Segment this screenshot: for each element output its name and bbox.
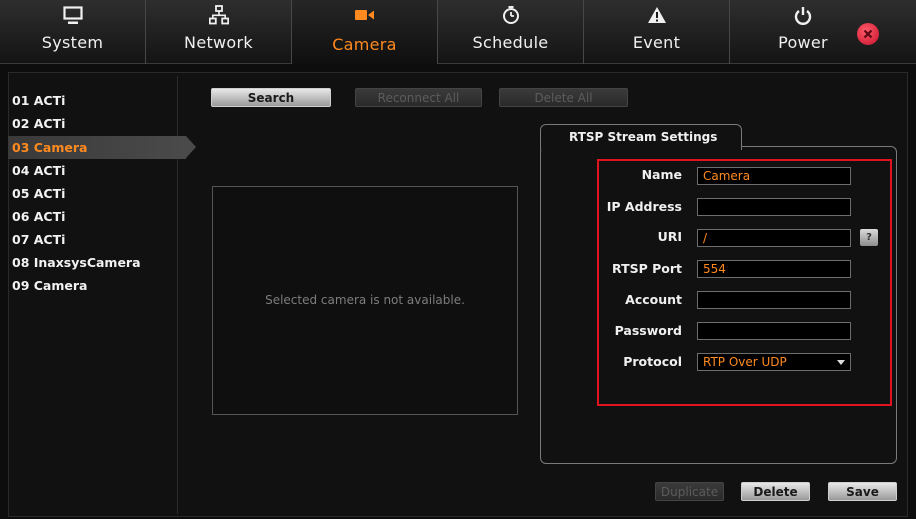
password-field[interactable] [697, 322, 851, 340]
protocol-select[interactable]: RTP Over UDP [697, 353, 851, 371]
rtsp-port-label: RTSP Port [612, 261, 682, 276]
camera-list-item[interactable]: 01 ACTi [8, 89, 178, 112]
clock-icon [438, 5, 583, 25]
ip-address-label: IP Address [606, 199, 682, 214]
tab-camera[interactable]: Camera [292, 0, 438, 64]
warning-icon [584, 5, 729, 25]
tab-event[interactable]: Event [584, 0, 730, 64]
reconnect-all-button[interactable]: Reconnect All [355, 88, 482, 107]
close-icon [863, 29, 873, 39]
camera-list-item-selected[interactable]: 03 Camera [8, 136, 196, 159]
tab-label: Camera [332, 35, 397, 54]
password-label: Password [614, 323, 682, 338]
protocol-label: Protocol [623, 354, 682, 369]
camera-list-item[interactable]: 04 ACTi [8, 159, 178, 182]
uri-help-button[interactable]: ? [860, 229, 878, 246]
account-label: Account [625, 292, 682, 307]
uri-label: URI [657, 229, 682, 244]
camera-list-item[interactable]: 02 ACTi [8, 112, 178, 135]
top-navigation: System Network Camera Schedule Event Pow… [0, 0, 916, 64]
camera-list-item[interactable]: 08 InaxsysCamera [8, 251, 178, 274]
delete-button[interactable]: Delete [741, 482, 810, 501]
camera-list-item[interactable]: 07 ACTi [8, 228, 178, 251]
tab-power[interactable]: Power [730, 0, 876, 64]
camera-list: 01 ACTi 02 ACTi 03 Camera 04 ACTi 05 ACT… [8, 72, 196, 517]
tab-label: Network [184, 33, 253, 52]
protocol-selected-value: RTP Over UDP [703, 355, 787, 369]
tab-rtsp-stream-settings[interactable]: RTSP Stream Settings [540, 124, 742, 150]
camera-preview: Selected camera is not available. [212, 186, 518, 415]
delete-all-button[interactable]: Delete All [499, 88, 628, 107]
rtsp-port-field[interactable]: 554 [697, 260, 851, 278]
tab-label: Power [778, 33, 828, 52]
duplicate-button[interactable]: Duplicate [655, 482, 724, 501]
account-field[interactable] [697, 291, 851, 309]
camera-list-item[interactable]: 06 ACTi [8, 205, 178, 228]
chevron-down-icon [837, 360, 845, 365]
camera-list-item[interactable]: 05 ACTi [8, 182, 178, 205]
tab-label: Event [632, 33, 681, 52]
camera-list-item[interactable]: 09 Camera [8, 274, 178, 297]
tab-label: Schedule [472, 33, 549, 52]
name-label: Name [641, 167, 682, 182]
uri-field[interactable]: / [697, 229, 851, 247]
network-icon [146, 5, 291, 25]
close-button[interactable] [857, 23, 879, 45]
tab-system[interactable]: System [0, 0, 146, 64]
ip-address-field[interactable] [697, 198, 851, 216]
tab-label: System [41, 33, 104, 52]
save-button[interactable]: Save [828, 482, 897, 501]
camera-icon [292, 5, 437, 25]
preview-message: Selected camera is not available. [265, 293, 465, 307]
name-field[interactable]: Camera [697, 167, 851, 185]
monitor-icon [0, 5, 145, 25]
power-icon [730, 5, 876, 25]
tab-network[interactable]: Network [146, 0, 292, 64]
search-button[interactable]: Search [211, 88, 331, 107]
tab-schedule[interactable]: Schedule [438, 0, 584, 64]
